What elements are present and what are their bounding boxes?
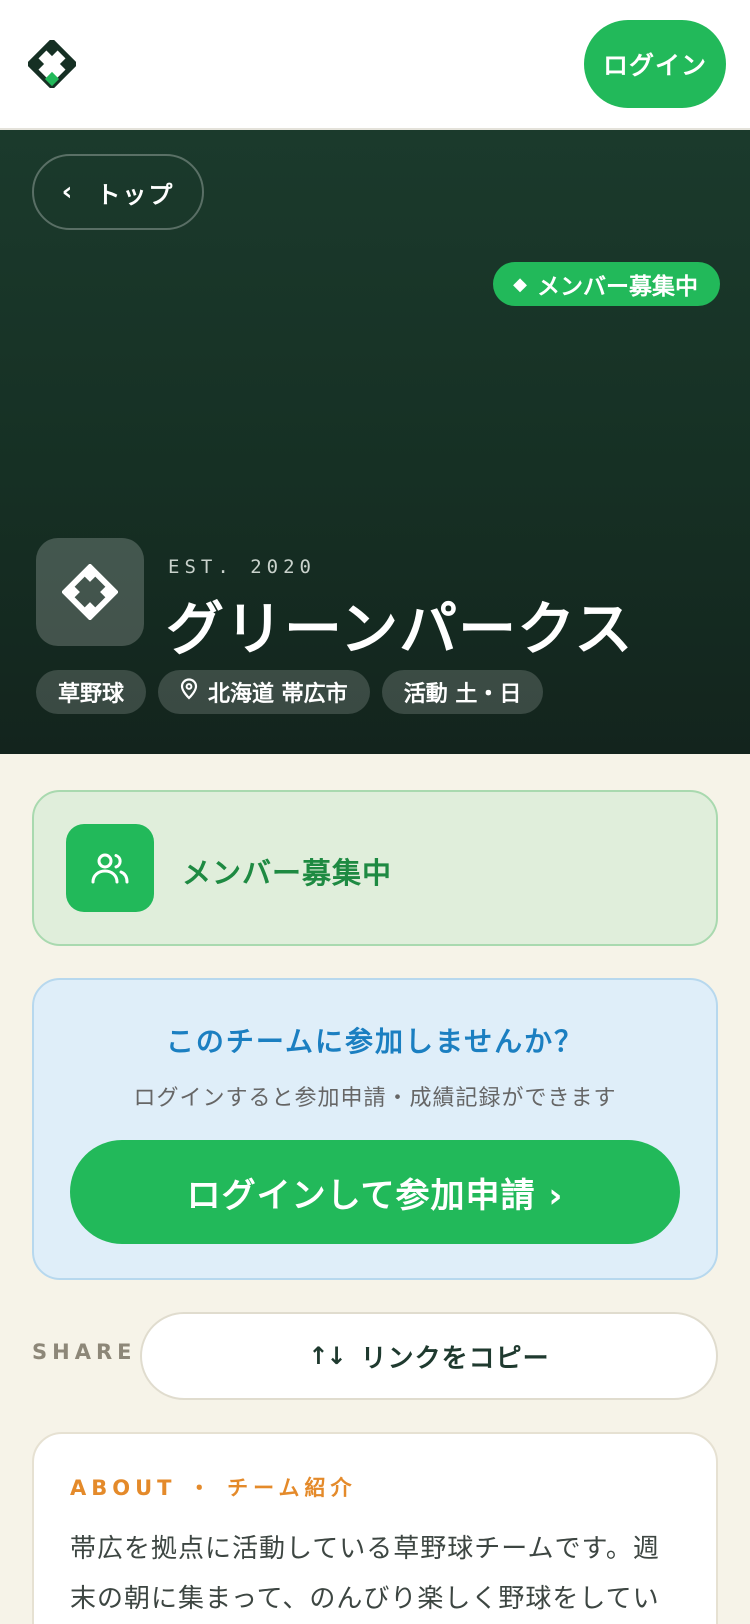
join-prompt-subtitle: ログインすると参加申請・成績記録ができます — [133, 1086, 617, 1111]
diamond-field-logo-icon[interactable] — [25, 37, 79, 91]
login-button[interactable]: ログイン — [584, 20, 726, 108]
recruiting-badge: ◆ メンバー募集中 — [493, 262, 720, 306]
location-pin-icon — [180, 678, 198, 706]
recruiting-badge-label: メンバー募集中 — [537, 274, 698, 300]
login-and-apply-button[interactable]: ログインして参加申請 › — [70, 1140, 680, 1244]
diamond-field-emblem-icon — [62, 564, 118, 620]
team-hero: ‹ トップ ◆ メンバー募集中 EST. 2020 グリーンパークス 草野球 北… — [0, 130, 750, 754]
login-button-label: ログイン — [602, 51, 707, 80]
tag-label: 北海道 帯広市 — [208, 682, 348, 707]
tag-location: 北海道 帯広市 — [158, 670, 370, 714]
top-bar: ログイン — [0, 0, 750, 130]
back-to-top-button[interactable]: ‹ トップ — [32, 154, 204, 230]
recruiting-status-card: メンバー募集中 — [32, 790, 718, 946]
login-and-apply-label: ログインして参加申請 › — [186, 1175, 564, 1216]
established-year: EST. 2020 — [168, 556, 316, 578]
team-emblem — [36, 538, 144, 646]
swap-arrows-icon: ↑↓ — [308, 1342, 346, 1370]
chevron-left-icon: ‹ — [61, 177, 75, 207]
recruiting-status-label: メンバー募集中 — [182, 856, 393, 890]
diamond-icon: ◆ — [513, 273, 527, 295]
tag-label: 活動 土・日 — [403, 682, 522, 707]
tag-category: 草野球 — [36, 670, 147, 714]
about-text: 帯広を拠点に活動している草野球チームです。週末の朝に集まって、のんびり楽しく野球… — [70, 1534, 660, 1614]
users-icon — [66, 824, 154, 912]
share-label: SHARE — [32, 1340, 137, 1364]
about-card: ABOUT ・ チーム紹介 帯広を拠点に活動している草野球チームです。週末の朝に… — [32, 1432, 718, 1624]
back-button-label: トップ — [96, 180, 175, 209]
team-name: グリーンパークス — [166, 595, 634, 663]
tag-activity-days: 活動 土・日 — [381, 670, 544, 714]
copy-link-label: リンクをコピー — [360, 1343, 550, 1374]
join-prompt-title: このチームに参加しませんか？ — [165, 1025, 585, 1058]
tag-label: 草野球 — [58, 682, 125, 707]
copy-link-button[interactable]: ↑↓ リンクをコピー — [140, 1312, 718, 1400]
about-section-label: ABOUT ・ チーム紹介 — [70, 1476, 357, 1500]
team-tags: 草野球 北海道 帯広市 活動 土・日 — [36, 670, 544, 714]
join-prompt-card: このチームに参加しませんか？ ログインすると参加申請・成績記録ができます ログイ… — [32, 978, 718, 1280]
